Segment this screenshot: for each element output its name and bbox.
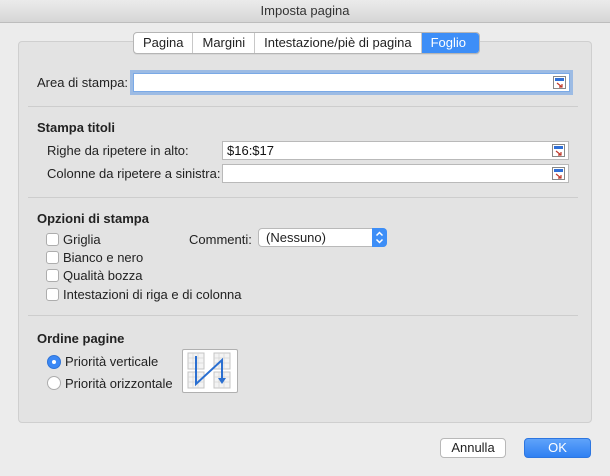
print-area-label: Area di stampa: — [37, 75, 129, 90]
tab-pagina[interactable]: Pagina — [134, 33, 194, 53]
comments-value: (Nessuno) — [266, 230, 326, 245]
print-options-heading: Opzioni di stampa — [37, 211, 149, 226]
cols-repeat-label: Colonne da ripetere a sinistra: — [47, 166, 221, 181]
gridlines-checkbox[interactable] — [46, 233, 59, 246]
black-white-checkbox[interactable] — [46, 251, 59, 264]
page-order-preview — [182, 349, 238, 393]
cols-repeat-input[interactable] — [222, 164, 569, 183]
cancel-button[interactable]: Annulla — [440, 438, 506, 458]
collapse-dialog-icon[interactable] — [552, 167, 565, 180]
gridlines-label: Griglia — [63, 232, 101, 247]
draft-quality-label: Qualità bozza — [63, 268, 143, 283]
collapse-dialog-icon[interactable] — [553, 76, 566, 89]
black-white-label: Bianco e nero — [63, 250, 144, 265]
tab-bar: Pagina Margini Intestazione/piè di pagin… — [133, 32, 480, 54]
window-titlebar: Imposta pagina — [0, 0, 610, 23]
row-col-headings-checkbox[interactable] — [46, 288, 59, 301]
rows-repeat-value: $16:$17 — [227, 143, 274, 158]
draft-quality-checkbox[interactable] — [46, 269, 59, 282]
over-then-down-radio[interactable] — [47, 376, 61, 390]
down-then-over-radio[interactable] — [47, 355, 61, 369]
comments-label: Commenti: — [189, 232, 252, 247]
rows-repeat-input[interactable]: $16:$17 — [222, 141, 569, 160]
page-order-down-then-over-icon — [187, 352, 231, 389]
ok-button[interactable]: OK — [524, 438, 591, 458]
page-order-heading: Ordine pagine — [37, 331, 125, 346]
tab-margini[interactable]: Margini — [193, 33, 256, 53]
print-titles-heading: Stampa titoli — [37, 120, 116, 135]
row-col-headings-label: Intestazioni di riga e di colonna — [63, 287, 242, 302]
print-area-input[interactable] — [133, 73, 570, 92]
down-then-over-label: Priorità verticale — [65, 354, 159, 369]
separator — [28, 197, 578, 198]
tab-foglio[interactable]: Foglio — [421, 33, 479, 53]
comments-select[interactable]: (Nessuno) — [258, 228, 387, 247]
tab-intestazione[interactable]: Intestazione/piè di pagina — [255, 33, 422, 53]
collapse-dialog-icon[interactable] — [552, 144, 565, 157]
chevron-updown-icon — [372, 228, 387, 247]
over-then-down-label: Priorità orizzontale — [65, 376, 173, 391]
separator — [28, 106, 578, 107]
separator — [28, 315, 578, 316]
rows-repeat-label: Righe da ripetere in alto: — [47, 143, 189, 158]
window-title: Imposta pagina — [260, 3, 350, 18]
